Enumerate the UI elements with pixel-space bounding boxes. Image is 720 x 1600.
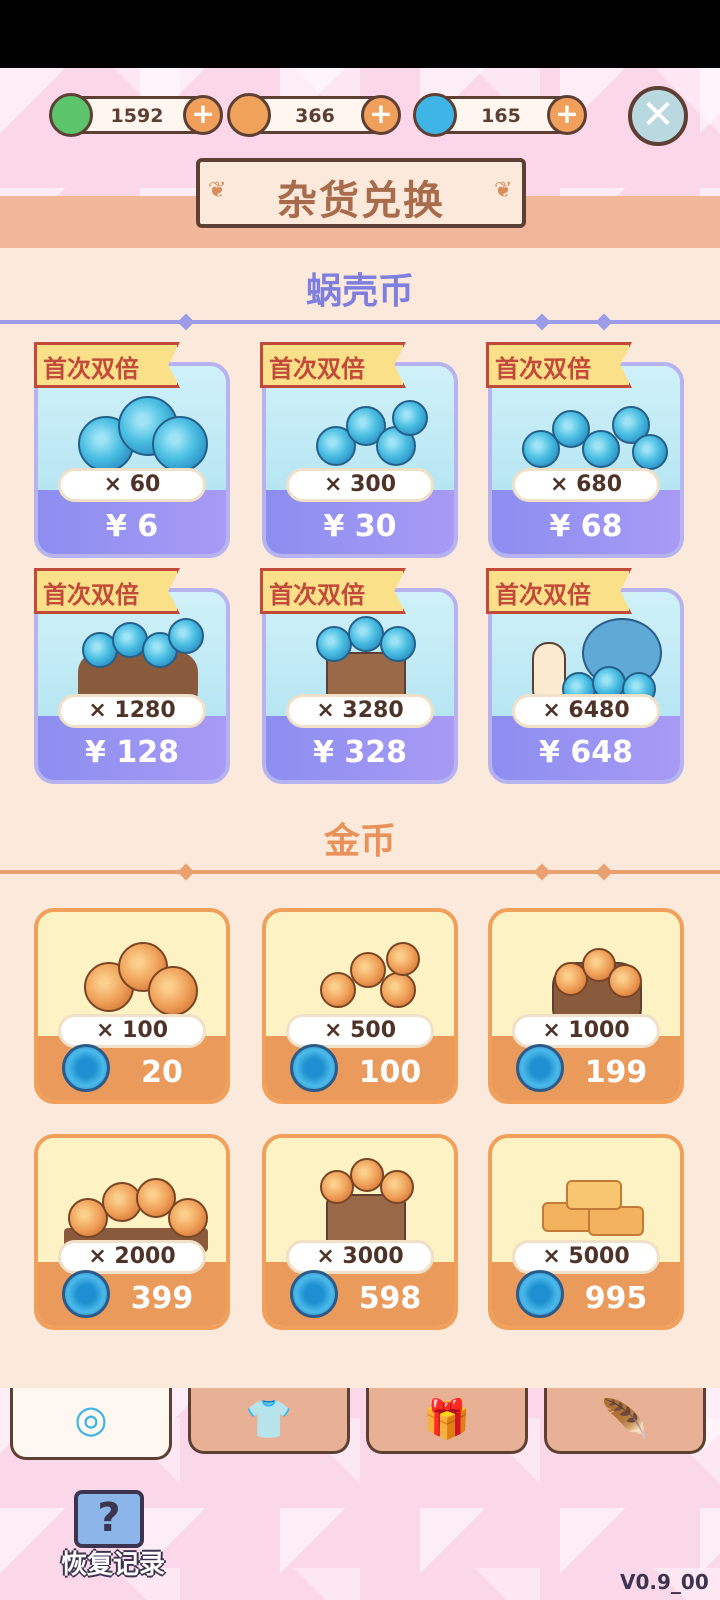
add-clover-button[interactable]: +: [183, 95, 223, 135]
gold-section-title: 金币: [323, 821, 396, 862]
clover-balance: 1592 +: [49, 93, 223, 137]
title-plaque: ❦ 杂货兑换 ❦: [196, 158, 526, 228]
page-title: 杂货兑换: [277, 178, 445, 224]
quantity-label: × 1000: [512, 1014, 660, 1048]
badge-text: 首次双倍: [269, 581, 365, 609]
tab-snail-shell[interactable]: ◎: [10, 1388, 172, 1460]
snail-section-title: 蜗壳币: [305, 271, 414, 312]
gold-offer-500[interactable]: × 500 100: [262, 908, 458, 1104]
price-label: ¥ 128: [85, 735, 179, 770]
price-label: 199: [584, 1055, 648, 1090]
price-label: 100: [358, 1055, 422, 1090]
first-double-badge: 首次双倍: [486, 342, 632, 388]
first-double-badge: 首次双倍: [260, 568, 406, 614]
gold-offer-2000[interactable]: × 2000 399: [34, 1134, 230, 1330]
add-gold-button[interactable]: +: [361, 95, 401, 135]
quantity-label: × 6480: [512, 694, 660, 728]
quantity-label: × 300: [286, 468, 434, 502]
currency-bar: 1592 + 366 + 165 +: [49, 92, 672, 140]
snail-offer-1280[interactable]: × 1280 ¥ 128: [34, 588, 230, 784]
gold-balance: 366 +: [227, 93, 401, 137]
quantity-label: × 3280: [286, 694, 434, 728]
quantity-label: × 3000: [286, 1240, 434, 1274]
badge-text: 首次双倍: [43, 355, 139, 383]
quantity-label: × 500: [286, 1014, 434, 1048]
first-double-badge: 首次双倍: [260, 342, 406, 388]
restore-records-label: 恢复记录: [60, 1550, 165, 1580]
quantity-label: × 2000: [58, 1240, 206, 1274]
clover-amount: 1592: [110, 105, 164, 127]
price-label: ¥ 30: [323, 509, 397, 544]
quantity-label: × 60: [58, 468, 206, 502]
gift-icon: 🎁: [423, 1397, 471, 1441]
first-double-badge: 首次双倍: [34, 568, 180, 614]
snail-amount: 165: [481, 105, 521, 127]
snail-offer-3280[interactable]: × 3280 ¥ 328: [262, 588, 458, 784]
snail-shell-icon: [413, 93, 457, 137]
gold-offer-100[interactable]: × 100 20: [34, 908, 230, 1104]
quantity-label: × 1280: [58, 694, 206, 728]
clover-icon: [49, 93, 93, 137]
snail-offer-680[interactable]: × 680 ¥ 68: [488, 362, 684, 558]
badge-text: 首次双倍: [269, 355, 365, 383]
category-tab-bar: ◎ 👕 🎁 🪶: [0, 1388, 720, 1460]
first-double-badge: 首次双倍: [486, 568, 632, 614]
question-book-icon: ?: [74, 1490, 144, 1548]
tab-clothing[interactable]: 👕: [188, 1388, 350, 1454]
price-label: 20: [141, 1055, 183, 1090]
add-snail-button[interactable]: +: [547, 95, 587, 135]
gold-coin-icon: [227, 93, 271, 137]
price-label: ¥ 6: [105, 509, 159, 544]
price-label: ¥ 328: [313, 735, 407, 770]
snail-offer-6480[interactable]: × 6480 ¥ 648: [488, 588, 684, 784]
gold-offer-1000[interactable]: × 1000 199: [488, 908, 684, 1104]
quantity-label: × 680: [512, 468, 660, 502]
badge-text: 首次双倍: [495, 355, 591, 383]
first-double-badge: 首次双倍: [34, 342, 180, 388]
status-bar: [0, 0, 720, 68]
shirt-icon: 👕: [245, 1397, 293, 1441]
quantity-label: × 100: [58, 1014, 206, 1048]
ornament-right-icon: ❦: [494, 178, 513, 203]
price-label: 598: [358, 1281, 422, 1316]
quantity-label: × 5000: [512, 1240, 660, 1274]
restore-records-button[interactable]: ? 恢复记录: [48, 1490, 178, 1580]
price-label: ¥ 648: [539, 735, 633, 770]
snail-offer-60[interactable]: × 60 ¥ 6: [34, 362, 230, 558]
price-label: 399: [130, 1281, 194, 1316]
gold-amount: 366: [295, 105, 335, 127]
gold-offer-3000[interactable]: × 3000 598: [262, 1134, 458, 1330]
snail-offer-300[interactable]: × 300 ¥ 30: [262, 362, 458, 558]
version-label: V0.9_00: [620, 1570, 709, 1594]
gold-offer-5000[interactable]: × 5000 995: [488, 1134, 684, 1330]
feather-icon: 🪶: [601, 1397, 649, 1441]
snail-balance: 165 +: [413, 93, 587, 137]
badge-text: 首次双倍: [495, 581, 591, 609]
badge-text: 首次双倍: [43, 581, 139, 609]
close-button[interactable]: ✕: [628, 86, 688, 146]
price-label: 995: [584, 1281, 648, 1316]
snail-shell-icon: ◎: [74, 1397, 108, 1441]
price-label: ¥ 68: [549, 509, 623, 544]
tab-feather[interactable]: 🪶: [544, 1388, 706, 1454]
tab-gift[interactable]: 🎁: [366, 1388, 528, 1454]
